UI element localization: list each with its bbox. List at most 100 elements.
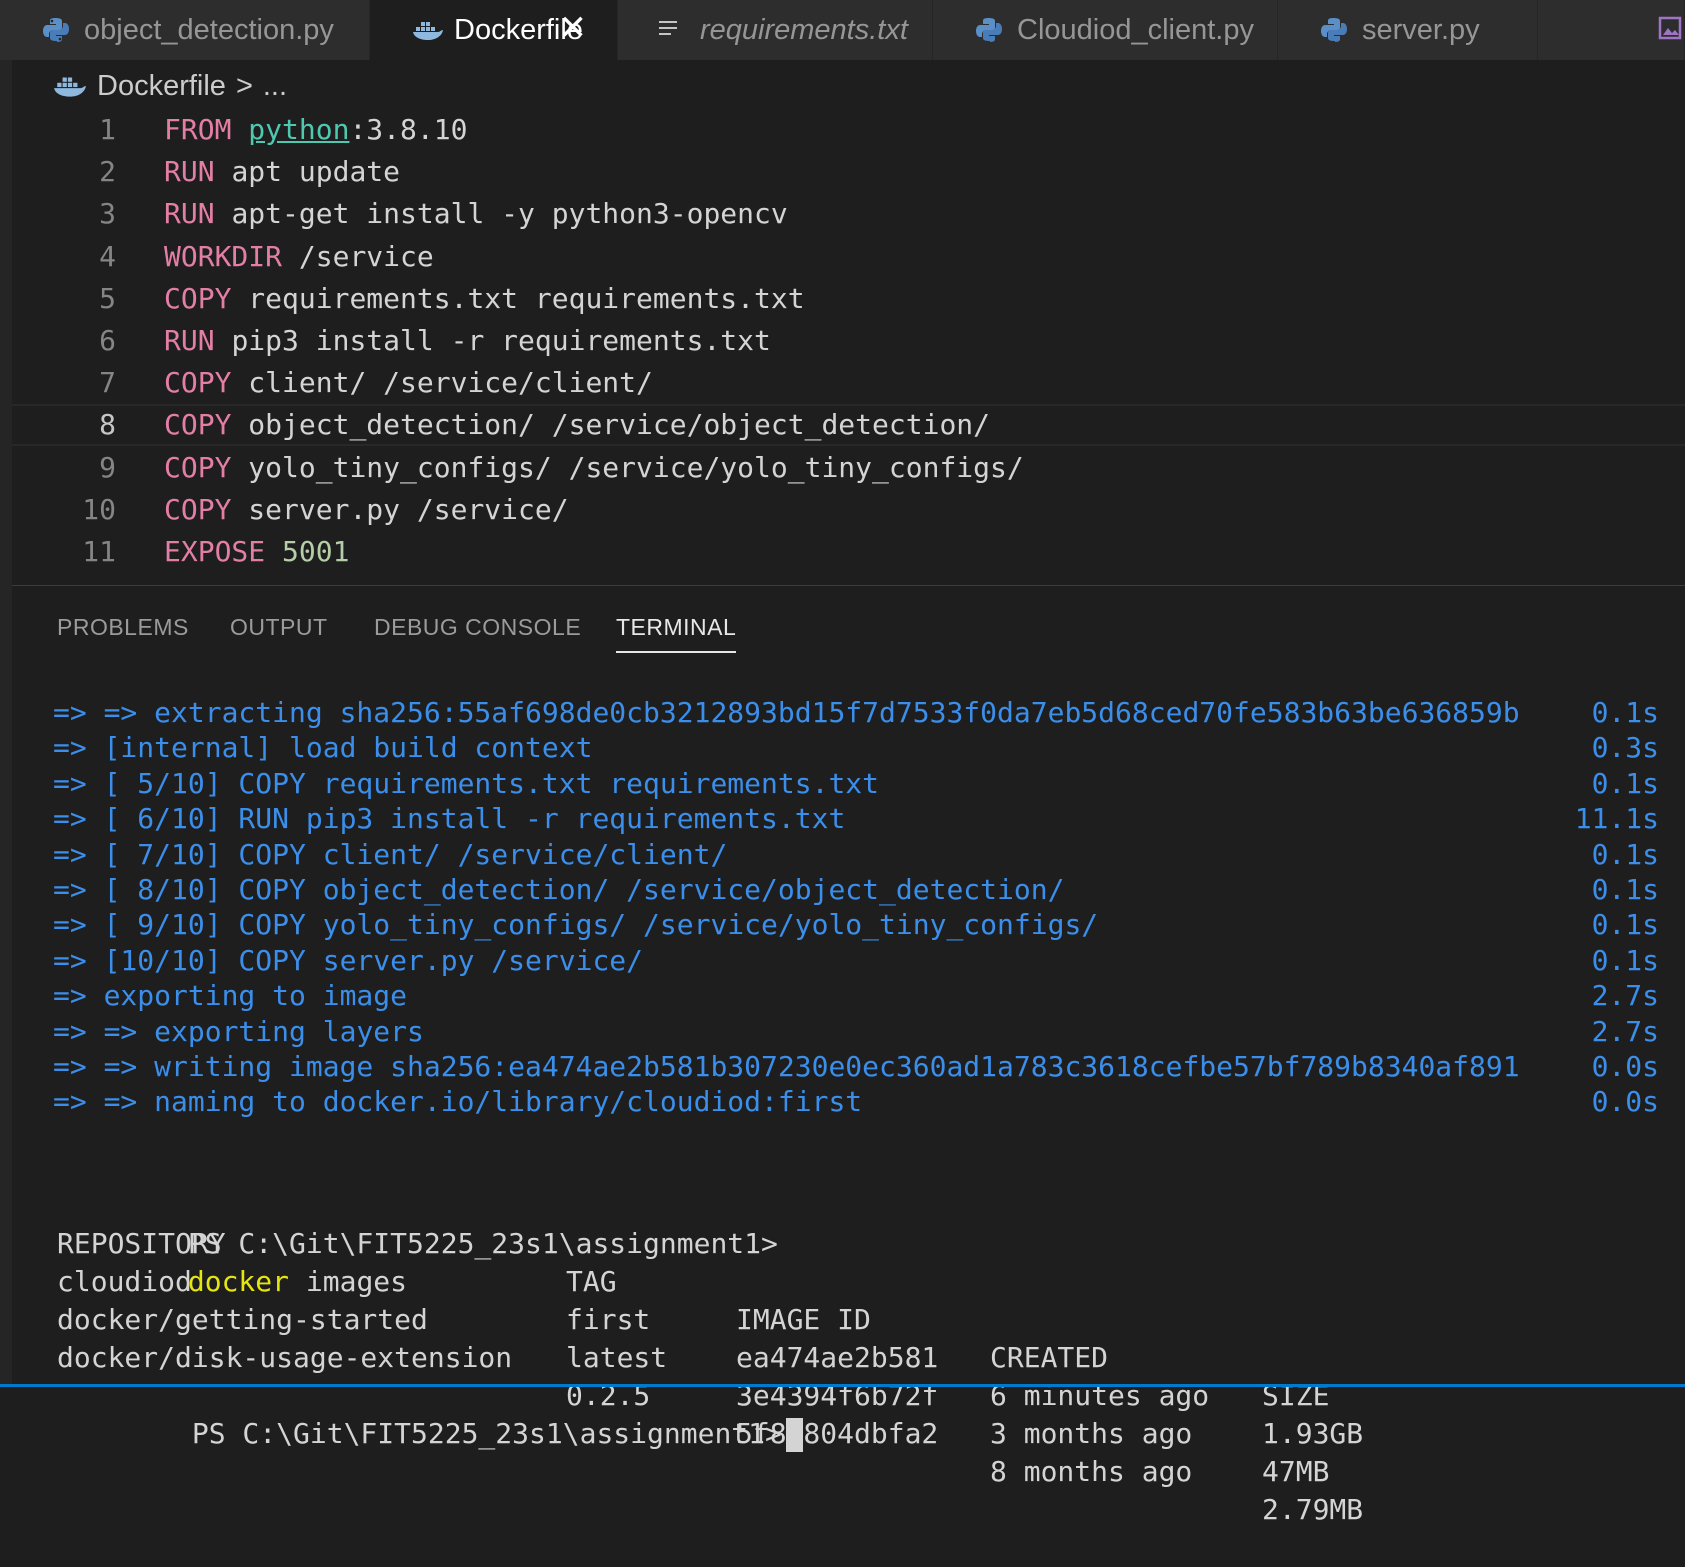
line-number: 10 [82, 492, 116, 526]
code-token: yolo_tiny_configs/ /service/yolo_tiny_co… [248, 450, 1024, 484]
line-number: 5 [99, 281, 116, 315]
image-icon [1658, 16, 1682, 40]
editor-tab-bar: object_detection.py Dockerfile ✕ require… [0, 0, 1685, 60]
tab-debug-console[interactable]: DEBUG CONSOLE [374, 614, 581, 641]
tab-server[interactable]: server.py [1278, 0, 1538, 60]
code-line[interactable]: 5 COPY requirements.txt requirements.txt [12, 278, 1685, 320]
keyword: EXPOSE [164, 535, 266, 568]
build-output-line: => [ 8/10] COPY object_detection/ /servi… [12, 871, 1685, 909]
build-time: 0.1s [1591, 943, 1659, 977]
python-icon [976, 18, 1002, 42]
code-token: 5001 [282, 535, 350, 568]
breadcrumb[interactable]: Dockerfile > ... [53, 66, 287, 106]
code-token: python [248, 113, 350, 146]
code-line[interactable]: 4 WORKDIR /service [12, 236, 1685, 278]
build-output-line: => [ 6/10] RUN pip3 install -r requireme… [12, 800, 1685, 838]
terminal[interactable]: => => extracting sha256:55af698de0cb3212… [12, 694, 1685, 1526]
code-line[interactable]: 11 EXPOSE 5001 [12, 531, 1685, 573]
code-token: apt-get install -y python3-opencv [231, 197, 788, 231]
code-text: COPY client/ /service/client/ [164, 362, 653, 404]
code-token: object_detection/ /service/object_detect… [248, 408, 991, 442]
build-step: => [10/10] COPY server.py /service/ [53, 943, 644, 977]
breadcrumb-file[interactable]: Dockerfile [97, 70, 226, 103]
build-step: => [internal] load build context [53, 731, 593, 765]
tab-output[interactable]: OUTPUT [230, 614, 328, 641]
build-step: => => writing image sha256:ea474ae2b581b… [53, 1050, 1520, 1083]
build-step: => => extracting sha256:55af698de0cb3212… [53, 696, 1520, 729]
line-number: 2 [99, 155, 116, 189]
code-text: COPY requirements.txt requirements.txt [164, 278, 805, 320]
line-number: 6 [99, 324, 116, 357]
images-header: REPOSITORY TAG IMAGE ID CREATED SIZE [12, 1187, 1685, 1412]
code-token: pip3 install -r requirements.txt [231, 324, 771, 357]
build-time: 0.1s [1591, 766, 1659, 800]
build-output-line: => [ 9/10] COPY yolo_tiny_configs/ /serv… [12, 906, 1685, 944]
activity-edge [0, 60, 12, 1387]
code-text: COPY object_detection/ /service/object_d… [164, 406, 990, 444]
keyword: COPY [164, 450, 232, 484]
build-step: => [ 9/10] COPY yolo_tiny_configs/ /serv… [53, 908, 1099, 942]
code-line[interactable]: 6 RUN pip3 install -r requirements.txt [12, 320, 1685, 362]
build-time: 0.0s [1591, 1050, 1659, 1083]
build-step: => [ 7/10] COPY client/ /service/client/ [53, 837, 728, 871]
line-number: 7 [99, 366, 116, 400]
build-time: 0.1s [1591, 908, 1659, 942]
code-line[interactable]: 8 COPY object_detection/ /service/object_… [12, 404, 1685, 447]
code-text: WORKDIR /service [164, 236, 434, 278]
code-line[interactable]: 10 COPY server.py /service/ [12, 489, 1685, 531]
code-line[interactable]: 7 COPY client/ /service/client/ [12, 362, 1685, 404]
bottom-panel: PROBLEMS OUTPUT DEBUG CONSOLE TERMINAL =… [12, 585, 1685, 1526]
code-line[interactable]: 1 FROM python:3.8.10 [12, 109, 1685, 151]
keyword: COPY [164, 281, 232, 315]
final-prompt-line: PS C:\Git\FIT5225_23s1\assignment1> [12, 1339, 1685, 1452]
code-line[interactable]: 2 RUN apt update [12, 151, 1685, 193]
code-token: requirements.txt requirements.txt [248, 281, 805, 315]
code-token: :3.8.10 [349, 113, 468, 146]
keyword: FROM [164, 113, 232, 146]
tab-object-detection[interactable]: object_detection.py [0, 0, 370, 60]
build-output-line: => exporting to image 2.7s [12, 977, 1685, 1015]
prompt-line: PS C:\Git\FIT5225_23s1\assignment1> dock… [12, 1149, 1685, 1298]
tab-label: Cloudiod_client.py [1017, 13, 1254, 46]
keyword: RUN [164, 197, 215, 231]
code-text: EXPOSE 5001 [164, 531, 349, 573]
tab-cloudiod-client[interactable]: Cloudiod_client.py [933, 0, 1278, 60]
docker-icon [413, 22, 443, 40]
build-time: 0.1s [1591, 873, 1659, 906]
code-token: /service [298, 239, 434, 273]
build-output-line: => [internal] load build context 0.3s [12, 729, 1685, 767]
build-output-line: => => naming to docker.io/library/cloudi… [12, 1083, 1685, 1121]
keyword: WORKDIR [164, 239, 283, 273]
build-time: 0.3s [1591, 731, 1659, 765]
code-line[interactable]: 3 RUN apt-get install -y python3-opencv [12, 193, 1685, 235]
tab-dockerfile[interactable]: Dockerfile ✕ [370, 0, 618, 60]
line-number: 1 [99, 113, 116, 146]
build-time: 11.1s [1574, 802, 1659, 836]
build-time: 0.0s [1591, 1085, 1659, 1119]
prompt: PS C:\Git\FIT5225_23s1\assignment1> [191, 1417, 782, 1450]
code-text: COPY server.py /service/ [164, 489, 569, 531]
code-line[interactable]: 9 COPY yolo_tiny_configs/ /service/yolo_t… [12, 447, 1685, 489]
docker-icon [54, 77, 86, 97]
tab-requirements[interactable]: requirements.txt [618, 0, 933, 60]
code-text: FROM python:3.8.10 [164, 109, 467, 151]
build-step: => exporting to image [53, 979, 408, 1013]
breadcrumb-more[interactable]: ... [263, 70, 287, 103]
panel-tabs: PROBLEMS OUTPUT DEBUG CONSOLE TERMINAL [12, 586, 1685, 656]
tab-label: requirements.txt [700, 13, 908, 46]
line-number: 9 [99, 450, 116, 484]
code-token: server.py /service/ [248, 492, 569, 526]
build-output-line: => => writing image sha256:ea474ae2b581b… [12, 1048, 1685, 1086]
close-icon[interactable]: ✕ [559, 8, 588, 48]
table-row: docker/disk-usage-extension 0.2.5 5f8f80… [57, 1341, 1364, 1526]
code-editor[interactable]: 1 FROM python:3.8.10 2 RUN apt update 3 RUN a… [12, 109, 1685, 585]
header-size: SIZE [1262, 1379, 1330, 1412]
line-number: 3 [99, 197, 116, 231]
build-time: 0.1s [1591, 696, 1659, 729]
tab-problems[interactable]: PROBLEMS [57, 614, 189, 641]
terminal-cursor [785, 1418, 803, 1452]
tab-overflow[interactable] [1538, 0, 1685, 60]
tab-terminal[interactable]: TERMINAL [616, 614, 737, 653]
code-token: client/ /service/client/ [248, 366, 653, 400]
tab-label: object_detection.py [84, 13, 334, 46]
